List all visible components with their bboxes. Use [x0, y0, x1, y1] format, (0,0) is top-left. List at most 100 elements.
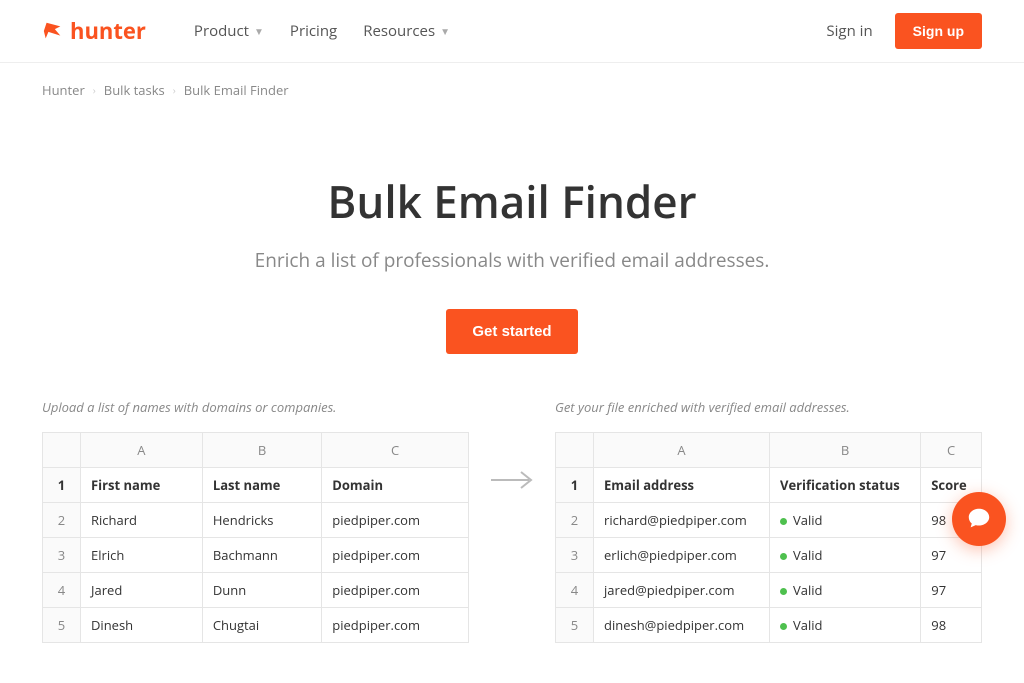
breadcrumb-hunter[interactable]: Hunter: [42, 81, 85, 99]
cell-score: 97: [921, 573, 982, 608]
header-first-name: First name: [81, 468, 203, 503]
col-a: A: [81, 433, 203, 468]
table-row: 2 Richard Hendricks piedpiper.com: [43, 503, 469, 538]
table-row: 5 dinesh@piedpiper.com Valid 98: [556, 608, 982, 643]
row-num: 1: [556, 468, 594, 503]
output-table: A B C 1 Email address Verification statu…: [555, 432, 982, 643]
nav-product-label: Product: [194, 21, 249, 41]
nav-resources[interactable]: Resources ▼: [363, 21, 450, 41]
col-b: B: [202, 433, 321, 468]
table-col-header: A B C: [556, 433, 982, 468]
header-email: Email address: [594, 468, 770, 503]
cell-last: Chugtai: [202, 608, 321, 643]
arrow-right-icon: [489, 468, 535, 492]
chevron-down-icon: ▼: [254, 24, 264, 38]
input-caption: Upload a list of names with domains or c…: [42, 398, 469, 416]
chat-widget-button[interactable]: [952, 492, 1006, 546]
breadcrumb-sep: ›: [93, 83, 96, 97]
hunter-logo-icon: [42, 20, 64, 42]
input-panel: Upload a list of names with domains or c…: [42, 398, 469, 643]
cell-status: Valid: [770, 608, 921, 643]
table-row: 2 richard@piedpiper.com Valid 98: [556, 503, 982, 538]
breadcrumb-bulk-tasks[interactable]: Bulk tasks: [104, 81, 165, 99]
nav-pricing-label: Pricing: [290, 21, 337, 41]
cell-email: dinesh@piedpiper.com: [594, 608, 770, 643]
col-c: C: [921, 433, 982, 468]
row-num: 4: [556, 573, 594, 608]
nav-primary: Product ▼ Pricing Resources ▼: [194, 21, 450, 41]
status-text: Valid: [793, 581, 823, 599]
cell-email: erlich@piedpiper.com: [594, 538, 770, 573]
table-row: 1 First name Last name Domain: [43, 468, 469, 503]
row-num: 4: [43, 573, 81, 608]
valid-dot-icon: [780, 553, 787, 560]
table-row: 3 erlich@piedpiper.com Valid 97: [556, 538, 982, 573]
col-b: B: [770, 433, 921, 468]
cell-last: Dunn: [202, 573, 321, 608]
example-spread: Upload a list of names with domains or c…: [42, 398, 982, 683]
nav-right: Sign in Sign up: [826, 13, 982, 49]
row-num: 2: [43, 503, 81, 538]
signin-link[interactable]: Sign in: [826, 21, 872, 41]
cell-email: jared@piedpiper.com: [594, 573, 770, 608]
row-num: 5: [556, 608, 594, 643]
cell-last: Bachmann: [202, 538, 321, 573]
cell-status: Valid: [770, 538, 921, 573]
brand-text: hunter: [70, 16, 146, 46]
cell-last: Hendricks: [202, 503, 321, 538]
breadcrumb-current: Bulk Email Finder: [184, 81, 289, 99]
output-panel: Get your file enriched with verified ema…: [555, 398, 982, 643]
breadcrumb-sep: ›: [173, 83, 176, 97]
valid-dot-icon: [780, 623, 787, 630]
col-c: C: [322, 433, 469, 468]
corner-cell: [556, 433, 594, 468]
page-title: Bulk Email Finder: [42, 171, 982, 231]
cell-domain: piedpiper.com: [322, 503, 469, 538]
table-row: 5 Dinesh Chugtai piedpiper.com: [43, 608, 469, 643]
cell-status: Valid: [770, 573, 921, 608]
table-row: 1 Email address Verification status Scor…: [556, 468, 982, 503]
nav-pricing[interactable]: Pricing: [290, 21, 337, 41]
corner-cell: [43, 433, 81, 468]
row-num: 5: [43, 608, 81, 643]
cell-domain: piedpiper.com: [322, 573, 469, 608]
valid-dot-icon: [780, 588, 787, 595]
table-row: 4 Jared Dunn piedpiper.com: [43, 573, 469, 608]
logo[interactable]: hunter: [42, 16, 146, 46]
status-text: Valid: [793, 511, 823, 529]
table-row: 4 jared@piedpiper.com Valid 97: [556, 573, 982, 608]
cell-first: Dinesh: [81, 608, 203, 643]
row-num: 3: [556, 538, 594, 573]
cell-first: Elrich: [81, 538, 203, 573]
row-num: 1: [43, 468, 81, 503]
header-domain: Domain: [322, 468, 469, 503]
cell-first: Jared: [81, 573, 203, 608]
header-verification: Verification status: [770, 468, 921, 503]
input-table: A B C 1 First name Last name Domain 2 Ri…: [42, 432, 469, 643]
valid-dot-icon: [780, 518, 787, 525]
nav-resources-label: Resources: [363, 21, 435, 41]
cell-domain: piedpiper.com: [322, 608, 469, 643]
chat-icon: [966, 506, 992, 532]
cell-domain: piedpiper.com: [322, 538, 469, 573]
output-caption: Get your file enriched with verified ema…: [555, 398, 982, 416]
row-num: 3: [43, 538, 81, 573]
top-nav: hunter Product ▼ Pricing Resources ▼ Sign …: [0, 0, 1024, 63]
chevron-down-icon: ▼: [440, 24, 450, 38]
table-col-header: A B C: [43, 433, 469, 468]
cell-score: 98: [921, 608, 982, 643]
cell-status: Valid: [770, 503, 921, 538]
row-num: 2: [556, 503, 594, 538]
col-a: A: [594, 433, 770, 468]
status-text: Valid: [793, 616, 823, 634]
cell-email: richard@piedpiper.com: [594, 503, 770, 538]
nav-product[interactable]: Product ▼: [194, 21, 264, 41]
breadcrumb: Hunter › Bulk tasks › Bulk Email Finder: [42, 63, 982, 117]
hero: Bulk Email Finder Enrich a list of profe…: [42, 117, 982, 398]
page-subtitle: Enrich a list of professionals with veri…: [42, 247, 982, 273]
status-text: Valid: [793, 546, 823, 564]
signup-button[interactable]: Sign up: [895, 13, 982, 49]
arrow-separator: [489, 398, 535, 492]
get-started-button[interactable]: Get started: [446, 309, 577, 354]
table-row: 3 Elrich Bachmann piedpiper.com: [43, 538, 469, 573]
